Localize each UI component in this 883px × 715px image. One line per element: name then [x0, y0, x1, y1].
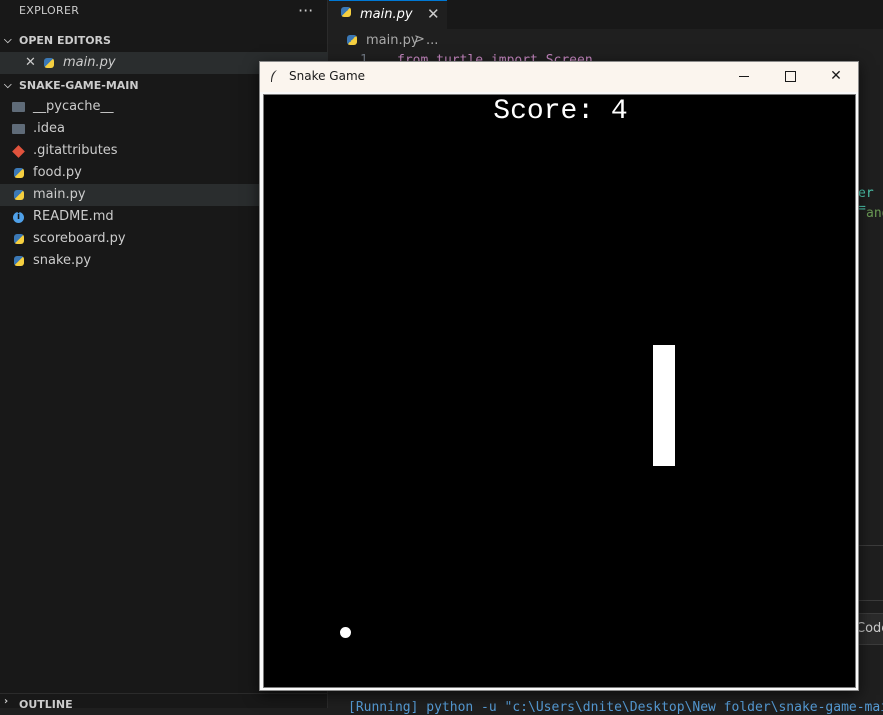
open-editors-header[interactable]: ⌵ OPEN EDITORS — [0, 30, 328, 52]
minimize-button[interactable] — [721, 62, 767, 92]
more-actions-icon[interactable]: ··· — [298, 0, 313, 22]
python-icon — [341, 7, 351, 17]
minimize-icon — [739, 76, 749, 77]
python-icon — [14, 256, 24, 266]
close-icon[interactable]: ✕ — [25, 52, 36, 74]
chevron-down-icon: ⌵ — [4, 80, 12, 91]
close-icon[interactable]: ✕ — [427, 5, 440, 23]
food-dot — [340, 627, 351, 638]
chevron-right-icon: › — [4, 696, 9, 707]
window-title: Snake Game — [289, 69, 366, 83]
folder-icon — [12, 124, 25, 134]
python-icon — [14, 234, 24, 244]
git-icon — [12, 145, 25, 158]
close-icon: ✕ — [830, 68, 842, 84]
code-fragment: and — [866, 206, 883, 221]
breadcrumb-more[interactable]: ... — [426, 33, 438, 48]
maximize-button[interactable] — [767, 62, 813, 92]
chevron-down-icon: ⌵ — [4, 35, 12, 46]
score-display: Score: 4 — [493, 96, 628, 127]
python-icon — [44, 58, 54, 68]
python-icon — [14, 168, 24, 178]
folder-icon — [12, 102, 25, 112]
chevron-right-icon: > — [414, 32, 425, 47]
feather-icon — [271, 70, 277, 82]
breadcrumb: main.py > ... — [329, 29, 883, 53]
close-button[interactable]: ✕ — [813, 62, 859, 92]
info-icon: i — [13, 212, 24, 223]
maximize-icon — [785, 71, 796, 82]
explorer-title: EXPLORER — [19, 4, 80, 17]
tab-main-py[interactable]: main.py ✕ — [329, 0, 447, 29]
snake-game-window: Snake Game ✕ Score: 4 — [259, 61, 859, 691]
python-icon — [14, 190, 24, 200]
outline-header[interactable]: › OUTLINE — [0, 693, 328, 711]
python-icon — [347, 35, 357, 45]
game-canvas[interactable]: Score: 4 — [263, 94, 856, 688]
window-titlebar[interactable]: Snake Game ✕ — [260, 62, 858, 92]
editor-tab-bar: main.py ✕ — [329, 0, 883, 29]
divider — [858, 545, 883, 546]
snake-body — [653, 345, 675, 466]
divider — [858, 600, 883, 601]
breadcrumb-file[interactable]: main.py — [366, 33, 419, 48]
